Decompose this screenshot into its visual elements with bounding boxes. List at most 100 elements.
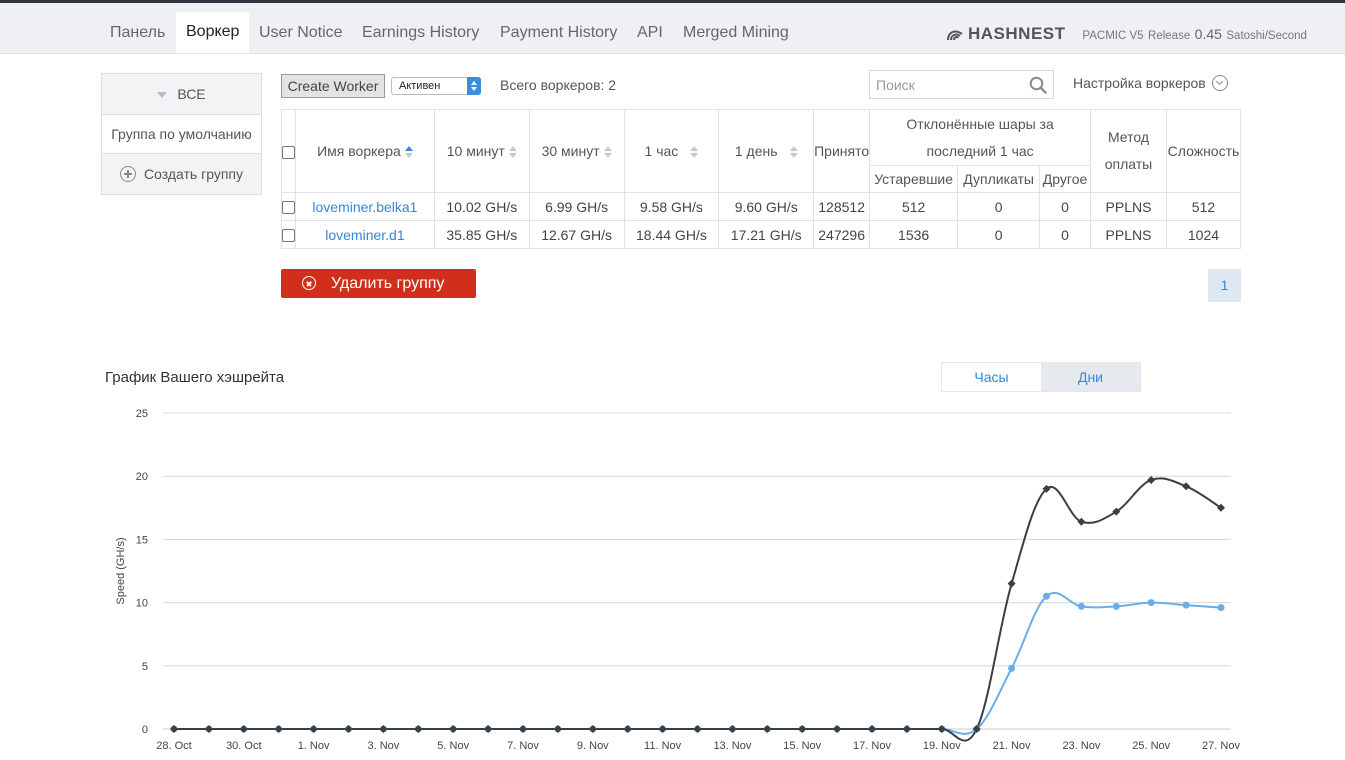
search-box bbox=[869, 70, 1054, 99]
data-point bbox=[1182, 601, 1190, 609]
tab-worker[interactable]: Воркер bbox=[176, 12, 250, 53]
sort-icon bbox=[789, 146, 798, 159]
top-navbar: Панель Воркер User Notice Earnings Histo… bbox=[0, 3, 1345, 54]
group-default[interactable]: Группа по умолчанию bbox=[102, 115, 261, 154]
brand-unit: Satoshi/Second bbox=[1226, 30, 1307, 42]
cell-method: PPLNS bbox=[1090, 192, 1167, 221]
chart-range-toggle: Часы Дни bbox=[941, 362, 1141, 392]
data-point bbox=[728, 725, 737, 733]
data-point bbox=[519, 725, 527, 733]
total-workers: Всего воркеров: 2 bbox=[500, 77, 617, 93]
col-other: Другое bbox=[1039, 165, 1092, 193]
data-point bbox=[1147, 475, 1156, 484]
col-10min[interactable]: 10 минут bbox=[433, 109, 530, 193]
cell-accepted: 128512 bbox=[813, 192, 871, 221]
create-worker-button[interactable]: Create Worker bbox=[281, 74, 385, 98]
col-1d-label: 1 день bbox=[734, 143, 778, 159]
y-tick-label: 10 bbox=[136, 598, 148, 610]
y-tick-label: 20 bbox=[136, 471, 148, 483]
col-1d[interactable]: 1 день bbox=[718, 109, 815, 193]
search-icon[interactable] bbox=[1029, 76, 1047, 94]
cell-1h: 9.58 GH/s bbox=[623, 192, 720, 221]
cell-stale: 1536 bbox=[869, 220, 959, 249]
brand-logo: HASHNEST bbox=[968, 24, 1066, 43]
create-group-label: Создать группу bbox=[144, 166, 243, 182]
toggle-hours[interactable]: Часы bbox=[942, 363, 1041, 391]
col-payment-method: Метод оплаты bbox=[1090, 109, 1167, 193]
caret-down-icon bbox=[157, 92, 168, 99]
cell-method: PPLNS bbox=[1090, 220, 1167, 249]
workers-table: Имя воркера 10 минут 30 минут 1 час 1 де… bbox=[281, 109, 1242, 249]
tab-payment-history[interactable]: Payment History bbox=[500, 13, 617, 53]
row-checkbox-cell bbox=[281, 220, 296, 249]
delete-group-label: Удалить группу bbox=[331, 275, 445, 292]
x-tick-label: 19. Nov bbox=[923, 740, 961, 752]
row-checkbox[interactable] bbox=[282, 229, 295, 243]
x-tick-label: 23. Nov bbox=[1062, 740, 1100, 752]
data-point bbox=[937, 725, 946, 733]
col-worker-name[interactable]: Имя воркера bbox=[295, 109, 435, 193]
tab-panel[interactable]: Панель bbox=[110, 13, 165, 53]
tab-user-notice[interactable]: User Notice bbox=[259, 13, 343, 53]
chevron-down-icon bbox=[1211, 75, 1228, 92]
data-point bbox=[1077, 602, 1085, 610]
worker-name-cell: loveminer.d1 bbox=[295, 220, 435, 249]
x-tick-label: 28. Oct bbox=[156, 740, 191, 752]
row-checkbox[interactable] bbox=[282, 201, 295, 215]
status-select[interactable]: Активен bbox=[391, 77, 481, 95]
data-point bbox=[449, 725, 458, 733]
x-tick-label: 3. Nov bbox=[368, 740, 400, 752]
worker-name-link[interactable]: loveminer.d1 bbox=[325, 227, 404, 243]
cell-difficulty: 1024 bbox=[1165, 220, 1242, 249]
data-point bbox=[239, 725, 248, 733]
cell-other: 0 bbox=[1039, 192, 1092, 221]
create-group-button[interactable]: Создать группу bbox=[102, 154, 261, 194]
data-point bbox=[553, 725, 562, 733]
delete-group-button[interactable]: Удалить группу bbox=[281, 269, 476, 298]
col-30min-label: 30 минут bbox=[541, 143, 600, 159]
col-payment-line2: оплаты bbox=[1104, 156, 1153, 172]
worker-settings-link[interactable]: Настройка воркеров bbox=[1073, 75, 1228, 92]
data-point bbox=[1112, 602, 1120, 610]
worker-settings-label: Настройка воркеров bbox=[1073, 75, 1206, 91]
table-row: loveminer.d1 35.85 GH/s 12.67 GH/s 18.44… bbox=[281, 220, 1242, 249]
data-point bbox=[763, 725, 772, 733]
col-30min[interactable]: 30 минут bbox=[528, 109, 625, 193]
sort-icon bbox=[690, 146, 699, 159]
col-1h[interactable]: 1 час bbox=[623, 109, 720, 193]
search-input[interactable] bbox=[870, 71, 1032, 98]
tab-api[interactable]: API bbox=[637, 13, 663, 53]
data-point bbox=[379, 725, 388, 733]
y-tick-label: 5 bbox=[142, 661, 148, 673]
data-point bbox=[693, 725, 702, 733]
hashrate-chart: 0 5 10 15 20 25 Speed (GH/s) 28. Oct 30. Oct 1. N… bbox=[115, 408, 1240, 752]
row-checkbox-cell bbox=[281, 192, 296, 221]
toggle-days[interactable]: Дни bbox=[1041, 363, 1140, 391]
cell-10min: 35.85 GH/s bbox=[433, 220, 530, 249]
x-tick-label: 25. Nov bbox=[1132, 740, 1170, 752]
group-sidebar: ВСЕ Группа по умолчанию Создать группу bbox=[101, 73, 262, 195]
y-tick-label: 0 bbox=[142, 724, 148, 736]
data-point bbox=[484, 725, 493, 733]
data-point bbox=[623, 725, 632, 733]
data-point bbox=[170, 725, 178, 733]
cell-1h: 18.44 GH/s bbox=[623, 220, 720, 249]
tab-earnings-history[interactable]: Earnings History bbox=[362, 13, 479, 53]
pagination-page-1[interactable]: 1 bbox=[1208, 269, 1241, 302]
group-all[interactable]: ВСЕ bbox=[102, 74, 261, 115]
cell-stale: 512 bbox=[869, 192, 959, 221]
brand-info: HASHNEST PACMIC V5 Release 0.45 Satoshi/… bbox=[946, 19, 1307, 49]
plus-circle-icon bbox=[120, 166, 136, 183]
select-all-checkbox[interactable] bbox=[282, 145, 295, 159]
y-axis-label: Speed (GH/s) bbox=[115, 537, 127, 604]
worker-name-link[interactable]: loveminer.belka1 bbox=[312, 199, 417, 215]
cell-duplicates: 0 bbox=[957, 220, 1041, 249]
table-row: loveminer.belka1 10.02 GH/s 6.99 GH/s 9.… bbox=[281, 192, 1242, 221]
cell-10min: 10.02 GH/s bbox=[433, 192, 530, 221]
tab-merged-mining[interactable]: Merged Mining bbox=[683, 13, 789, 53]
data-point bbox=[204, 725, 213, 733]
x-tick-label: 17. Nov bbox=[853, 740, 891, 752]
brand-price: 0.45 bbox=[1194, 26, 1222, 42]
col-1h-label: 1 час bbox=[644, 143, 679, 159]
col-difficulty: Сложность bbox=[1165, 109, 1242, 193]
